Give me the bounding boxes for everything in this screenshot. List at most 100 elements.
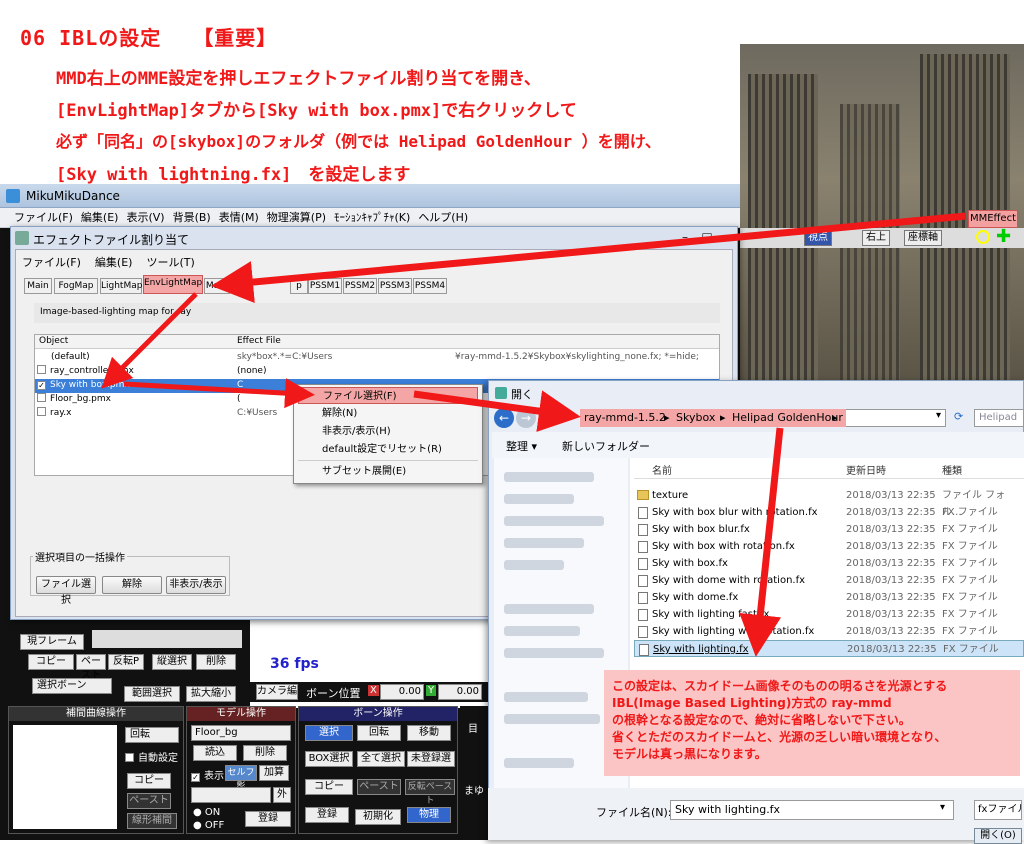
- search-input[interactable]: Helipad: [974, 409, 1024, 427]
- file-row[interactable]: Sky with lighting fast.fx 2018/03/13 22:3…: [634, 606, 1024, 623]
- menu-motion-capture[interactable]: ﾓｰｼｮﾝｷｬﾌﾟﾁｬ(K): [334, 211, 410, 224]
- frame-slider[interactable]: [92, 630, 242, 648]
- back-arrow-icon[interactable]: ←: [494, 408, 514, 428]
- model-delete-button[interactable]: 削除: [243, 745, 287, 761]
- self-shadow-button[interactable]: セルフ影: [225, 765, 257, 792]
- model-load-button[interactable]: 読込: [193, 745, 237, 761]
- effect-minimize-icon[interactable]: –: [675, 229, 695, 245]
- table-row[interactable]: (default) sky*box*.*=C:¥Users ¥ray-mmd-1…: [35, 351, 719, 365]
- file-row-selected[interactable]: Sky with lighting.fx 2018/03/13 22:35 FX フ…: [634, 640, 1024, 657]
- model-add-button[interactable]: 加算: [259, 765, 289, 781]
- ctx-hide-show[interactable]: 非表示/表示(H): [298, 423, 478, 440]
- breadcrumb-helipad[interactable]: Helipad GoldenHour: [732, 410, 843, 426]
- file-row[interactable]: Sky with box blur with rotation.fx 2018/0…: [634, 504, 1024, 521]
- mme-button[interactable]: MMEffect: [968, 210, 1018, 228]
- ctx-reset-default[interactable]: default設定でリセット(R): [298, 441, 478, 458]
- tab-pssm2[interactable]: PSSM2: [343, 278, 377, 294]
- ctx-file-select[interactable]: ファイル選択(F): [298, 387, 478, 404]
- view-button[interactable]: 視点: [804, 230, 832, 246]
- breadcrumb-raymmd[interactable]: ray-mmd-1.5.2: [584, 410, 666, 426]
- table-row[interactable]: ray_controller.pmx (none): [35, 365, 719, 379]
- interp-rotate-select[interactable]: 回転: [125, 727, 179, 743]
- bone-select-dropdown[interactable]: 選択ボーン: [32, 678, 112, 694]
- bone-move-button[interactable]: 移動: [407, 725, 451, 741]
- breadcrumb-skybox[interactable]: Skybox: [676, 410, 715, 426]
- effect-maximize-icon[interactable]: □: [697, 229, 717, 245]
- file-row[interactable]: Sky with box with rotation.fx 2018/03/13 …: [634, 538, 1024, 555]
- organize-button[interactable]: 整理 ▾: [506, 438, 537, 454]
- bone-x-input[interactable]: 0.00: [380, 684, 424, 700]
- filename-dropdown-icon[interactable]: ▾: [940, 802, 945, 813]
- bone-paste-button[interactable]: ペースト: [357, 779, 401, 795]
- tab-envlightmap[interactable]: EnvLightMap: [143, 275, 203, 294]
- interp-copy-button[interactable]: コピー: [127, 773, 171, 789]
- range-select-button[interactable]: 範囲選択: [124, 686, 180, 702]
- filetype-select[interactable]: fxファイル: [974, 800, 1022, 820]
- forward-arrow-icon[interactable]: →: [516, 408, 536, 428]
- tab-pssm3[interactable]: PSSM3: [378, 278, 412, 294]
- move-plus-icon[interactable]: ✚: [996, 228, 1011, 246]
- bone-init-button[interactable]: 初期化: [355, 809, 401, 825]
- menu-face[interactable]: 表情(M): [219, 211, 259, 224]
- flip-paste-button[interactable]: 反転P: [108, 654, 144, 670]
- model-show-label[interactable]: ✓ 表示: [189, 767, 224, 782]
- bone-rotate-button[interactable]: 回転: [357, 725, 401, 741]
- model-outer-button[interactable]: 外: [273, 787, 291, 803]
- menu-edit[interactable]: 編集(E): [81, 211, 119, 224]
- interp-curve-area[interactable]: [13, 725, 117, 829]
- menu-file[interactable]: ファイル(F): [14, 211, 73, 224]
- camera-edit-tab[interactable]: カメラ編: [256, 684, 298, 700]
- effect-menu-tools[interactable]: ツール(T): [146, 256, 194, 269]
- select-all-button[interactable]: 全て選択: [357, 751, 405, 767]
- col-date[interactable]: 更新日時: [846, 462, 886, 477]
- copy-button[interactable]: コピー: [28, 654, 74, 670]
- filename-input[interactable]: Sky with lighting.fx: [670, 800, 954, 820]
- address-dropdown-icon[interactable]: ▾: [936, 410, 941, 421]
- axis-button[interactable]: 座標軸: [904, 230, 942, 246]
- menu-physics[interactable]: 物理演算(P): [267, 211, 326, 224]
- bone-copy-button[interactable]: コピー: [305, 779, 353, 795]
- tab-hidden[interactable]: p: [290, 278, 308, 294]
- physics-button[interactable]: 物理: [407, 807, 451, 823]
- tab-fogmap[interactable]: FogMap: [54, 278, 98, 294]
- interp-linear-button[interactable]: 線形補間: [127, 813, 177, 829]
- vertical-select-button[interactable]: 縦選択: [152, 654, 192, 670]
- delete-frame-button[interactable]: 削除: [196, 654, 236, 670]
- file-row[interactable]: Sky with dome with rotation.fx 2018/03/13…: [634, 572, 1024, 589]
- menu-background[interactable]: 背景(B): [173, 211, 211, 224]
- batch-file-select-button[interactable]: ファイル選択: [36, 576, 96, 606]
- open-button[interactable]: 開く(O): [974, 828, 1022, 844]
- interp-paste-button[interactable]: ペースト: [127, 793, 171, 809]
- bone-register-button[interactable]: 登録: [305, 807, 349, 823]
- batch-hide-button[interactable]: 非表示/表示: [166, 576, 226, 594]
- tab-lightmap[interactable]: LightMap: [100, 278, 142, 294]
- col-name[interactable]: 名前: [652, 462, 672, 477]
- col-type[interactable]: 種類: [942, 462, 962, 477]
- tab-main[interactable]: Main: [24, 278, 52, 294]
- interp-auto-label[interactable]: 自動設定: [123, 749, 178, 764]
- view-right-button[interactable]: 右上: [862, 230, 890, 246]
- effect-menu-edit[interactable]: 編集(E): [95, 256, 133, 269]
- file-row[interactable]: Sky with lighting with rotation.fx 2018/0…: [634, 623, 1024, 640]
- refresh-icon[interactable]: ⟳: [954, 410, 963, 423]
- file-row[interactable]: texture 2018/03/13 22:35 ファイル フォル...: [634, 487, 1024, 518]
- file-row[interactable]: Sky with box blur.fx 2018/03/13 22:35 FX フ…: [634, 521, 1024, 538]
- model-off-radio[interactable]: ● OFF: [193, 820, 224, 831]
- box-select-button[interactable]: BOX選択: [305, 751, 353, 767]
- bone-select-button[interactable]: 選択: [305, 725, 353, 741]
- zoom-icon[interactable]: [976, 230, 990, 244]
- menu-view[interactable]: 表示(V): [126, 211, 164, 224]
- ctx-expand-subset[interactable]: サブセット展開(E): [298, 463, 478, 480]
- ctx-release[interactable]: 解除(N): [298, 405, 478, 422]
- file-row[interactable]: Sky with box.fx 2018/03/13 22:35 FX ファイル: [634, 555, 1024, 572]
- new-folder-button[interactable]: 新しいフォルダー: [562, 438, 650, 454]
- tab-pssm1[interactable]: PSSM1: [308, 278, 342, 294]
- tab-material[interactable]: Mate: [204, 278, 230, 294]
- model-on-radio[interactable]: ● ON: [193, 807, 220, 818]
- bone-flip-paste-button[interactable]: 反転ペースト: [405, 779, 455, 806]
- bone-y-input[interactable]: 0.00: [438, 684, 482, 700]
- effect-menu-file[interactable]: ファイル(F): [22, 256, 81, 269]
- paste-button[interactable]: ペースト: [76, 654, 106, 681]
- model-select[interactable]: Floor_bg: [191, 725, 291, 741]
- menu-help[interactable]: ヘルプ(H): [418, 211, 468, 224]
